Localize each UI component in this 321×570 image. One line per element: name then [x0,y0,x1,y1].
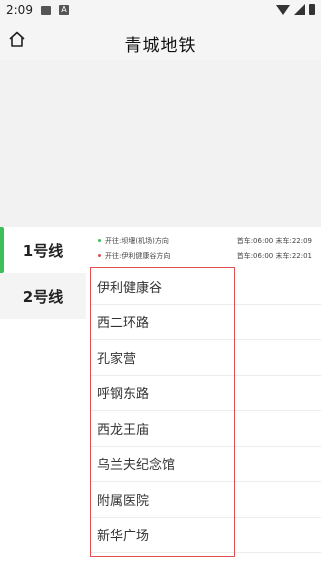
station-item[interactable]: 孔家营 [90,340,321,376]
station-item[interactable]: 伊利健康谷 [90,269,321,305]
direction-dot-icon [98,239,101,242]
battery-icon [309,4,315,15]
direction-text: 开往:伊利健康谷方向 [105,252,171,260]
station-list: 伊利健康谷 西二环路 孔家营 呼钢东路 西龙王庙 乌兰夫纪念馆 附属医院 新华广… [90,269,321,553]
sidebar-item-label: 2号线 [22,287,64,306]
station-item[interactable]: 呼钢东路 [90,376,321,411]
direction-dot-icon [98,254,101,257]
station-item[interactable]: 附属医院 [90,482,321,518]
wifi-icon [276,4,290,15]
station-item[interactable]: 西二环路 [90,305,321,340]
direction-times: 首车:06:00 末车:22:09 [236,237,312,245]
direction-row: 开往:坝堰(机场)方向 首车:06:00 末车:22:09 [86,234,321,248]
direction-row: 开往:伊利健康谷方向 首车:06:00 末车:22:01 [86,249,321,263]
line-content: 开往:坝堰(机场)方向 首车:06:00 末车:22:09 开往:伊利健康谷方向… [86,227,321,570]
page-title: 青城地铁 [124,36,197,56]
sidebar-item-line-1[interactable]: 1号线 [0,227,86,273]
line-sidebar: 1号线 2号线 [0,227,86,570]
sidebar-item-line-2[interactable]: 2号线 [0,273,86,319]
status-right [276,4,315,15]
sidebar-item-label: 1号线 [22,241,64,260]
station-item[interactable]: 新华广场 [90,518,321,553]
app-header: 青城地铁 [0,22,321,60]
a-notification-icon: A [59,5,69,15]
station-item[interactable]: 西龙王庙 [90,411,321,447]
status-bar: 2:09 A [0,0,321,22]
direction-times: 首车:06:00 末车:22:01 [236,252,312,260]
status-time: 2:09 [6,3,33,17]
station-item[interactable]: 乌兰夫纪念馆 [90,447,321,482]
banner-area [0,60,321,227]
signal-icon [294,4,305,15]
direction-text: 开往:坝堰(机场)方向 [105,237,169,245]
image-notification-icon [41,6,51,15]
